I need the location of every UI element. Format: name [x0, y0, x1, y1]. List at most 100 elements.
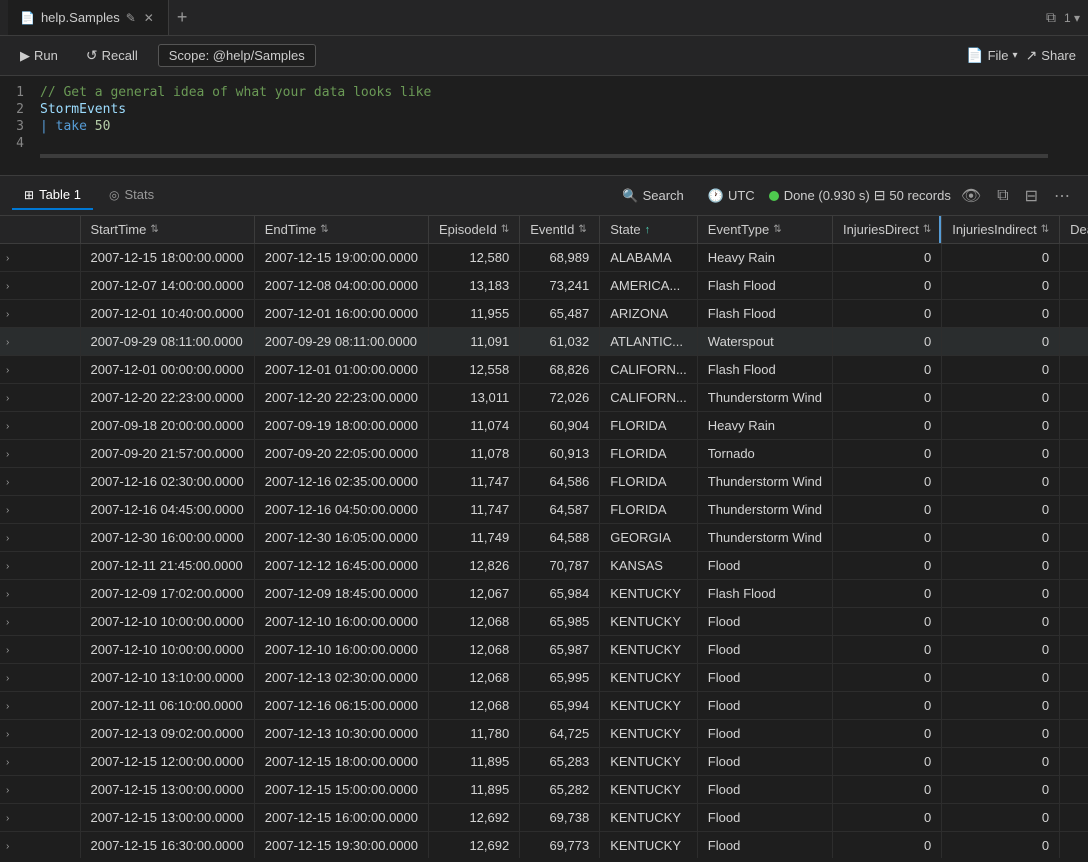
cell-endtime: 2007-12-08 04:00:00.0000 — [254, 272, 428, 300]
row-expand-button[interactable]: › — [4, 279, 11, 294]
new-tab-button[interactable]: + — [169, 0, 196, 35]
table-row[interactable]: ›2007-12-15 13:00:00.00002007-12-15 16:0… — [0, 804, 1088, 832]
table-row[interactable]: ›2007-12-30 16:00:00.00002007-12-30 16:0… — [0, 524, 1088, 552]
row-expand-button[interactable]: › — [4, 419, 11, 434]
search-button[interactable]: 🔍 Search — [612, 184, 693, 208]
table-row[interactable]: ›2007-12-07 14:00:00.00002007-12-08 04:0… — [0, 272, 1088, 300]
table-row[interactable]: ›2007-12-20 22:23:00.00002007-12-20 22:2… — [0, 384, 1088, 412]
starttime-sort-icon[interactable]: ⇅ — [150, 224, 158, 235]
deathsdirect-column-header[interactable]: DeathsDirect ⇅ — [1060, 216, 1088, 244]
injuriesdirect-column-header[interactable]: InjuriesDirect ⇅ — [832, 216, 941, 244]
row-expand-button[interactable]: › — [4, 307, 11, 322]
stats-tab[interactable]: ◎ Stats — [97, 181, 166, 210]
cell-injuriesindirect: 0 — [942, 272, 1060, 300]
cell-eventid: 68,826 — [520, 356, 600, 384]
data-table-container[interactable]: StartTime ⇅ EndTime ⇅ EpisodeId ⇅ — [0, 216, 1088, 858]
row-expand-button[interactable]: › — [4, 335, 11, 350]
row-expand-button[interactable]: › — [4, 615, 11, 630]
row-expand-button[interactable]: › — [4, 839, 11, 854]
table-tab[interactable]: ⊞ Table 1 — [12, 181, 93, 210]
cell-endtime: 2007-12-15 15:00:00.0000 — [254, 776, 428, 804]
copy-button[interactable]: ⧉ — [991, 185, 1014, 207]
cell-state: KENTUCKY — [600, 636, 698, 664]
window-count[interactable]: 1 ▾ — [1064, 11, 1080, 25]
recall-button[interactable]: ↺ Recall — [78, 43, 146, 68]
cell-injuriesindirect: 0 — [942, 776, 1060, 804]
injuriesindirect-sort-icon[interactable]: ⇅ — [1041, 224, 1049, 235]
episodeid-sort-icon[interactable]: ⇅ — [501, 224, 509, 235]
table-row[interactable]: ›2007-12-15 13:00:00.00002007-12-15 15:0… — [0, 776, 1088, 804]
row-expand-button[interactable]: › — [4, 447, 11, 462]
row-expand-button[interactable]: › — [4, 363, 11, 378]
file-button[interactable]: 📄 File ▾ — [966, 47, 1017, 64]
eventtype-column-header[interactable]: EventType ⇅ — [697, 216, 832, 244]
eventid-sort-icon[interactable]: ⇅ — [578, 224, 586, 235]
table-row[interactable]: ›2007-09-29 08:11:00.00002007-09-29 08:1… — [0, 328, 1088, 356]
table-row[interactable]: ›2007-12-16 02:30:00.00002007-12-16 02:3… — [0, 468, 1088, 496]
injuriesdirect-sort-icon[interactable]: ⇅ — [923, 224, 931, 235]
table-row[interactable]: ›2007-09-18 20:00:00.00002007-09-19 18:0… — [0, 412, 1088, 440]
row-expand-button[interactable]: › — [4, 475, 11, 490]
state-column-header[interactable]: State ↑ — [600, 216, 698, 244]
editor-line-4: 4 — [0, 135, 1088, 152]
table-row[interactable]: ›2007-12-11 06:10:00.00002007-12-16 06:1… — [0, 692, 1088, 720]
table-row[interactable]: ›2007-12-15 12:00:00.00002007-12-15 18:0… — [0, 748, 1088, 776]
row-expand-button[interactable]: › — [4, 391, 11, 406]
row-expand-button[interactable]: › — [4, 671, 11, 686]
cell-endtime: 2007-09-19 18:00:00.0000 — [254, 412, 428, 440]
row-expand-button[interactable]: › — [4, 559, 11, 574]
toolbar-right: 📄 File ▾ ↗ Share — [966, 47, 1076, 64]
row-expand-button[interactable]: › — [4, 251, 11, 266]
table-row[interactable]: ›2007-12-10 10:00:00.00002007-12-10 16:0… — [0, 636, 1088, 664]
cell-starttime: 2007-09-29 08:11:00.0000 — [80, 328, 254, 356]
injuriesindirect-column-header[interactable]: InjuriesIndirect ⇅ — [942, 216, 1060, 244]
table-row[interactable]: ›2007-12-10 10:00:00.00002007-12-10 16:0… — [0, 608, 1088, 636]
table-row[interactable]: ›2007-12-11 21:45:00.00002007-12-12 16:4… — [0, 552, 1088, 580]
row-expand-button[interactable]: › — [4, 503, 11, 518]
run-button[interactable]: ▶ Run — [12, 44, 66, 68]
endtime-column-header[interactable]: EndTime ⇅ — [254, 216, 428, 244]
table-row[interactable]: ›2007-12-15 18:00:00.00002007-12-15 19:0… — [0, 244, 1088, 272]
main-tab[interactable]: 📄 help.Samples ✎ ✕ — [8, 0, 169, 35]
table-body: ›2007-12-15 18:00:00.00002007-12-15 19:0… — [0, 244, 1088, 859]
layout-button[interactable]: ⊟ — [1019, 184, 1044, 208]
row-expand-button[interactable]: › — [4, 783, 11, 798]
state-sort-asc-icon[interactable]: ↑ — [645, 224, 651, 236]
more-button[interactable]: ⋯ — [1048, 184, 1076, 208]
cell-eventtype: Flood — [697, 720, 832, 748]
eye-button[interactable]: 👁 — [955, 184, 987, 208]
table-row[interactable]: ›2007-12-16 04:45:00.00002007-12-16 04:5… — [0, 496, 1088, 524]
starttime-column-header[interactable]: StartTime ⇅ — [80, 216, 254, 244]
table-row[interactable]: ›2007-12-10 13:10:00.00002007-12-13 02:3… — [0, 664, 1088, 692]
table-row[interactable]: ›2007-12-01 10:40:00.00002007-12-01 16:0… — [0, 300, 1088, 328]
copy-icon[interactable]: ⧉ — [1046, 9, 1056, 26]
line-number-1: 1 — [0, 85, 40, 100]
table-row[interactable]: ›2007-12-13 09:02:00.00002007-12-13 10:3… — [0, 720, 1088, 748]
episodeid-column-header[interactable]: EpisodeId ⇅ — [429, 216, 520, 244]
row-expand-button[interactable]: › — [4, 811, 11, 826]
row-expand-button[interactable]: › — [4, 755, 11, 770]
endtime-sort-icon[interactable]: ⇅ — [320, 224, 328, 235]
eventtype-sort-icon[interactable]: ⇅ — [773, 224, 781, 235]
cell-starttime: 2007-12-15 16:30:00.0000 — [80, 832, 254, 859]
tab-edit-icon[interactable]: ✎ — [126, 11, 136, 25]
utc-button[interactable]: 🕐 UTC — [698, 184, 765, 208]
table-row[interactable]: ›2007-12-09 17:02:00.00002007-12-09 18:4… — [0, 580, 1088, 608]
row-expand-button[interactable]: › — [4, 699, 11, 714]
code-editor[interactable]: 1 // Get a general idea of what your dat… — [0, 76, 1088, 176]
cell-injuriesdirect: 0 — [832, 356, 941, 384]
tab-close-button[interactable]: ✕ — [142, 9, 156, 27]
table-row[interactable]: ›2007-09-20 21:57:00.00002007-09-20 22:0… — [0, 440, 1088, 468]
editor-scrollbar[interactable] — [40, 154, 1048, 158]
table-row[interactable]: ›2007-12-15 16:30:00.00002007-12-15 19:3… — [0, 832, 1088, 859]
cell-deathsdirect: 0 — [1060, 272, 1088, 300]
table-row[interactable]: ›2007-12-01 00:00:00.00002007-12-01 01:0… — [0, 356, 1088, 384]
row-expand-button[interactable]: › — [4, 531, 11, 546]
scope-badge[interactable]: Scope: @help/Samples — [158, 44, 316, 67]
row-expand-button[interactable]: › — [4, 727, 11, 742]
share-button[interactable]: ↗ Share — [1026, 47, 1076, 64]
row-expand-button[interactable]: › — [4, 643, 11, 658]
row-expand-button[interactable]: › — [4, 587, 11, 602]
eventid-column-header[interactable]: EventId ⇅ — [520, 216, 600, 244]
cell-deathsdirect: 0 — [1060, 804, 1088, 832]
